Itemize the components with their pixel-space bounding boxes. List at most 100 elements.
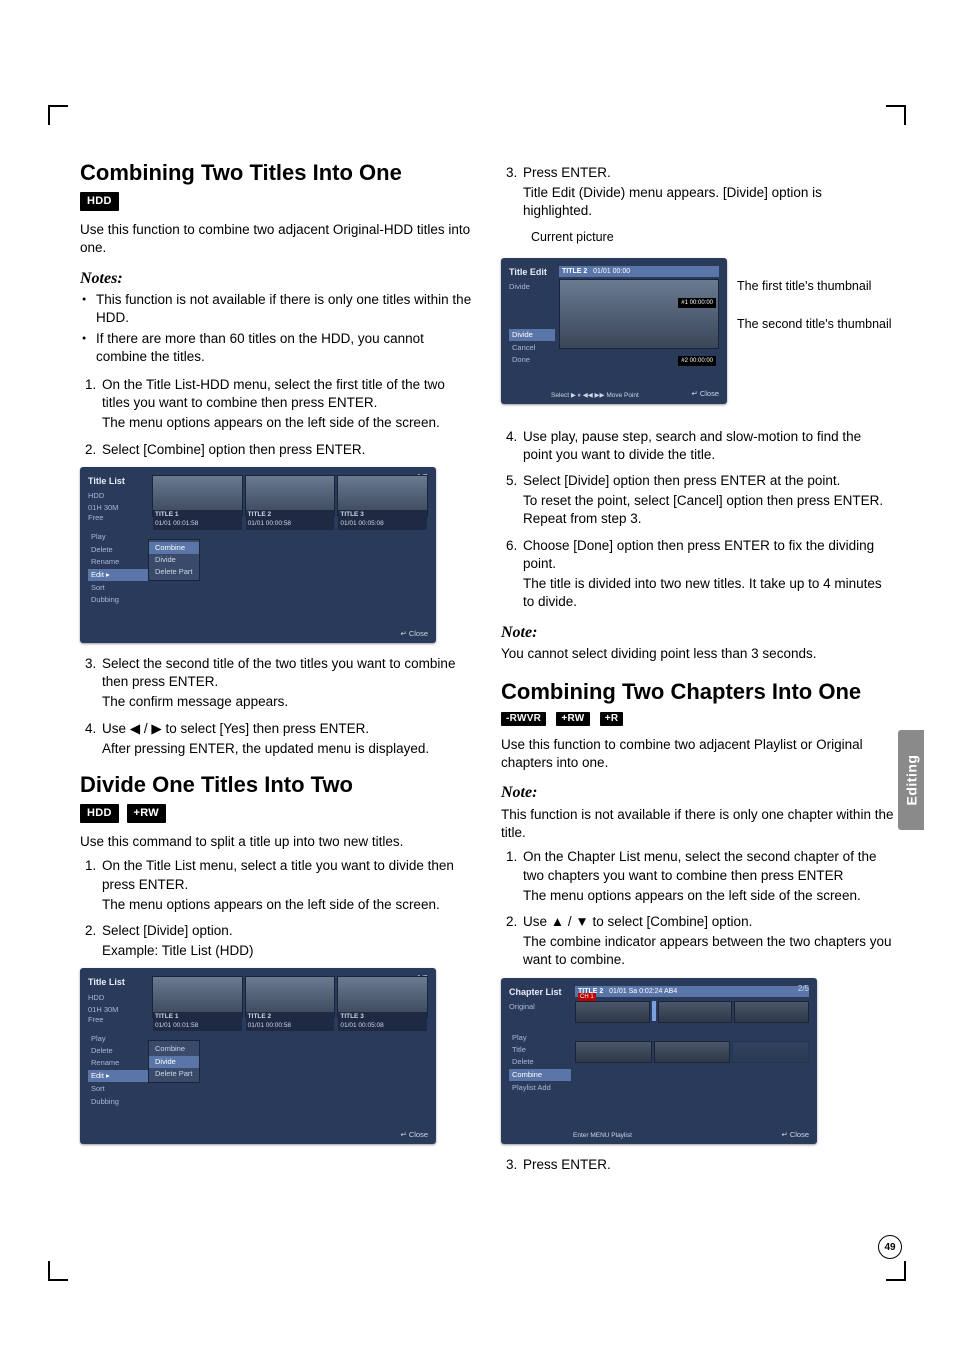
ui-submenu: Combine Divide Delete Part <box>148 539 200 581</box>
annotation-text: The second title's thumbnail <box>737 316 894 333</box>
tag-plusr: +R <box>600 712 624 726</box>
steps-list: Press ENTER. Title Edit (Divide) menu ap… <box>501 164 894 221</box>
ui-screenshot-titlelist: 1/3 Title List HDD 01H 30MFree Play Dele… <box>80 467 436 643</box>
ui-screenshot-chapterlist: 2/5 Chapter List Original Play Title Del… <box>501 978 817 1144</box>
ui-chapter-badge: CH 1 <box>578 993 596 1001</box>
step-sub: Example: Title List (HDD) <box>102 942 473 960</box>
note-heading: Note: <box>501 782 894 804</box>
ui-chapter-thumb <box>732 1041 809 1063</box>
step: Press ENTER. Title Edit (Divide) menu ap… <box>521 164 894 221</box>
step-text: On the Chapter List menu, select the sec… <box>523 849 876 882</box>
ui-title-bar: TITLE 2 01/01 Sa 0:02:24 AB4 <box>575 986 809 997</box>
step-text: Choose [Done] option then press ENTER to… <box>523 538 874 571</box>
intro-text: Use this command to split a title up int… <box>80 833 473 851</box>
ui-subtitle: HDD <box>88 993 148 1003</box>
side-tab-label: Editing <box>903 755 919 806</box>
ui-menu-item: Done <box>509 354 555 366</box>
ui-thumbnail: TITLE 101/01 00:01:58 <box>152 475 243 517</box>
steps-list: Use play, pause step, search and slow-mo… <box>501 428 894 612</box>
ui-submenu-item-selected: Divide <box>149 1056 199 1068</box>
note-item: This function is not available if there … <box>96 291 473 327</box>
step-text: Select [Divide] option then press ENTER … <box>523 473 840 488</box>
section-title: Combining Two Chapters Into One -RWVR +R… <box>501 679 894 730</box>
ui-combine-indicator <box>652 1001 656 1021</box>
note-text: This function is not available if there … <box>501 806 894 842</box>
ui-menu-item: Title <box>509 1044 571 1056</box>
step-sub: After pressing ENTER, the updated menu i… <box>102 740 473 758</box>
ui-menu-item: Play <box>88 1033 148 1045</box>
ui-submenu-item: Combine <box>149 1043 199 1055</box>
step: On the Title List menu, select a title y… <box>100 857 473 914</box>
ui-menu-item: Sort <box>88 582 148 594</box>
notes-list: This function is not available if there … <box>80 291 473 366</box>
ui-screenshot-title-edit-divide: Title Edit Divide Divide Cancel Done TIT… <box>501 258 727 404</box>
step-sub: To reset the point, select [Cancel] opti… <box>523 492 894 528</box>
ui-window-title: Title Edit <box>509 266 555 278</box>
ui-menu-item: Delete <box>509 1056 571 1068</box>
section-title: Combining Two Titles Into One <box>80 160 473 185</box>
step-sub: The menu options appears on the left sid… <box>102 414 473 432</box>
ui-close-hint: ↵ Close <box>781 1130 809 1140</box>
ui-chapter-thumb: CH 1 <box>575 1001 650 1023</box>
step: Select the second title of the two title… <box>100 655 473 712</box>
step: On the Title List-HDD menu, select the f… <box>100 376 473 433</box>
ui-pager: 2/5 <box>798 984 809 995</box>
step-text: Select the second title of the two title… <box>102 656 455 689</box>
step-sub: The menu options appears on the left sid… <box>523 887 894 905</box>
step: Select [Combine] option then press ENTER… <box>100 441 473 459</box>
media-tags: HDD +RW <box>80 803 473 823</box>
ui-menu-item-selected: Divide <box>509 329 555 341</box>
step-sub: The menu options appears on the left sid… <box>102 896 473 914</box>
ui-thumbnail: TITLE 301/01 00:05:08 <box>337 976 428 1018</box>
note-text: You cannot select dividing point less th… <box>501 645 894 663</box>
ui-chapter-thumb <box>654 1041 731 1063</box>
note-heading: Note: <box>501 622 894 644</box>
crop-mark <box>886 105 906 125</box>
steps-list: Press ENTER. <box>501 1156 894 1174</box>
step-text: Select [Divide] option. <box>102 923 233 938</box>
crop-mark <box>886 1261 906 1281</box>
right-column: Press ENTER. Title Edit (Divide) menu ap… <box>501 160 894 1182</box>
steps-list: On the Chapter List menu, select the sec… <box>501 848 894 969</box>
crop-mark <box>48 1261 68 1281</box>
step: Use play, pause step, search and slow-mo… <box>521 428 894 464</box>
step: Select [Divide] option. Example: Title L… <box>100 922 473 960</box>
step-text: On the Title List menu, select a title y… <box>102 858 454 891</box>
ui-subtitle: Original <box>509 1002 571 1012</box>
ui-preview: #1 00:00:00 #2 00:00:00 <box>559 279 719 349</box>
ui-menu-item: Playlist Add <box>509 1082 571 1094</box>
ui-timecode: #1 00:00:00 <box>678 298 716 308</box>
ui-window-title: Title List <box>88 976 148 988</box>
ui-submenu-item: Delete Part <box>149 566 199 578</box>
ui-menu-item-selected: Edit ▸ <box>88 1070 148 1082</box>
steps-list: Select the second title of the two title… <box>80 655 473 758</box>
tag-hdd: HDD <box>80 192 119 211</box>
ui-timecode: #2 00:00:00 <box>678 356 716 366</box>
step: Use ▲ / ▼ to select [Combine] option. Th… <box>521 913 894 970</box>
ui-menu-item-selected: Combine <box>509 1069 571 1081</box>
ui-menu-item-selected: Edit ▸ <box>88 569 148 581</box>
ui-chapter-thumb <box>658 1001 733 1023</box>
side-tab: Editing <box>898 730 924 830</box>
ui-hint: Select ▶ ⏸ ◀◀ ▶▶ Move Point <box>551 392 639 401</box>
intro-text: Use this function to combine two adjacen… <box>501 736 894 772</box>
tag-plusrw: +RW <box>556 712 589 726</box>
ui-chapter-thumb <box>734 1001 809 1023</box>
steps-list: On the Title List-HDD menu, select the f… <box>80 376 473 459</box>
left-column: Combining Two Titles Into One HDD Use th… <box>80 160 473 1182</box>
step-text: Press ENTER. <box>523 165 611 180</box>
page-number: 49 <box>878 1235 902 1259</box>
step-sub: The confirm message appears. <box>102 693 473 711</box>
step-sub: The combine indicator appears between th… <box>523 933 894 969</box>
ui-screenshot-titlelist-divide: 1/3 Title List HDD 01H 30MFree Play Dele… <box>80 968 436 1144</box>
ui-close-hint: ↵ Close <box>400 629 428 639</box>
ui-close-hint: ↵ Close <box>400 1130 428 1140</box>
ui-thumbnail: TITLE 201/01 00:00:58 <box>245 475 336 517</box>
ui-menu-item: Cancel <box>509 342 555 354</box>
caption: Current picture <box>531 229 894 246</box>
tag-rwvr: -RWVR <box>501 712 546 726</box>
steps-list: On the Title List menu, select a title y… <box>80 857 473 960</box>
step: Press ENTER. <box>521 1156 894 1174</box>
step-sub: The title is divided into two new titles… <box>523 575 894 611</box>
ui-submenu-item: Delete Part <box>149 1068 199 1080</box>
